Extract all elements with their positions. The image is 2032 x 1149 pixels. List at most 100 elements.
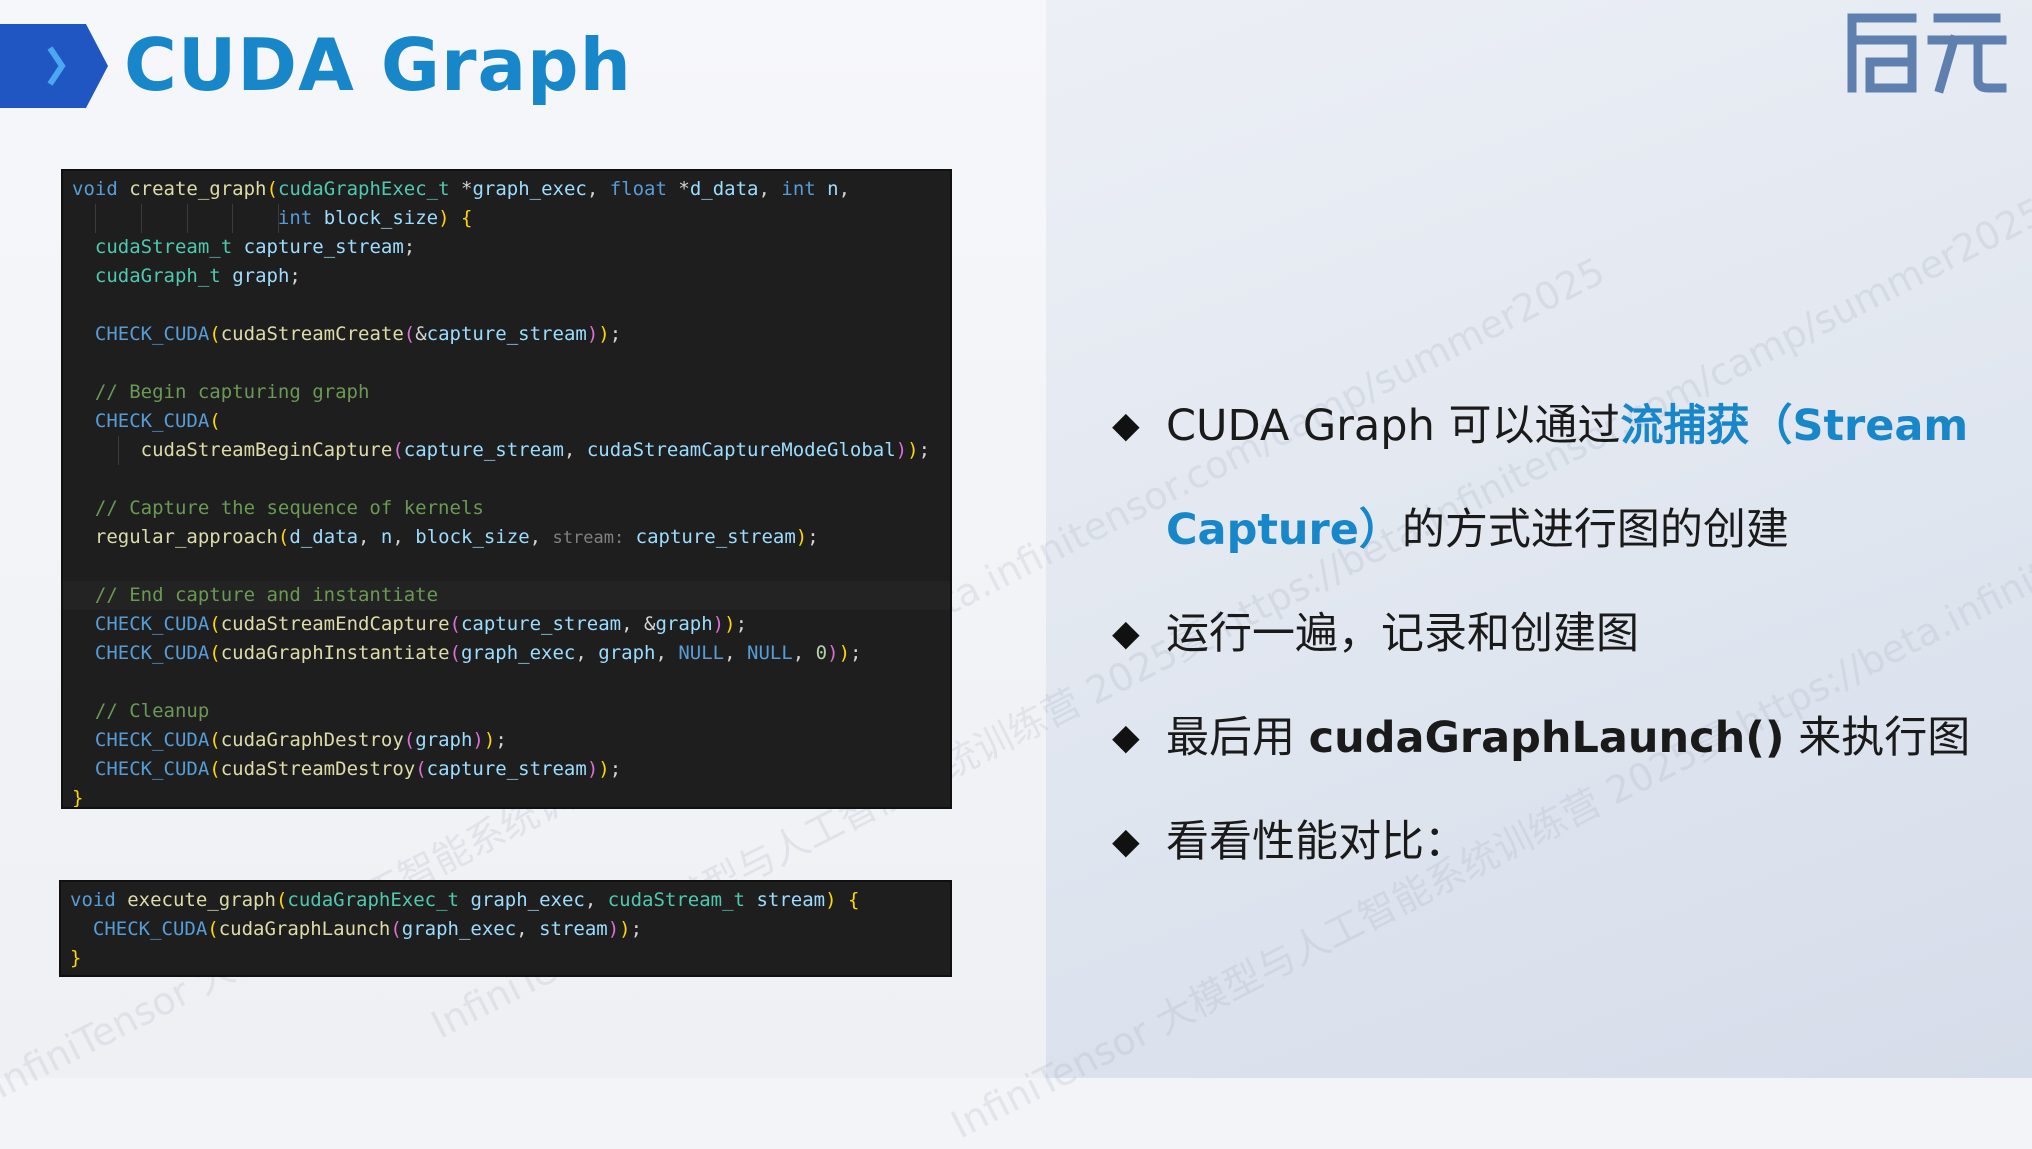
bullet-segment: 的方式进行图的创建 xyxy=(1401,505,1789,555)
code-token: , xyxy=(792,642,816,664)
code-token: ) xyxy=(586,758,599,780)
code-token: float xyxy=(609,178,667,200)
code-line: CHECK_CUDA(cudaGraphDestroy(graph)); xyxy=(63,726,950,755)
code-line: // Begin capturing graph xyxy=(63,378,950,407)
code-token: cudaGraphDestroy xyxy=(220,729,404,751)
code-token: cudaStreamDestroy xyxy=(220,758,416,780)
code-line: } xyxy=(63,784,950,809)
code-token: , xyxy=(575,642,599,664)
code-token: capture_stream xyxy=(243,236,404,258)
code-token: cudaGraph_t xyxy=(94,265,221,287)
code-line: cudaStreamBeginCapture(capture_stream, c… xyxy=(63,436,950,465)
code-token: // Begin capturing graph xyxy=(94,381,370,403)
code-token: cudaStream_t xyxy=(607,889,745,911)
code-token: , xyxy=(529,526,553,548)
code-token: ( xyxy=(392,439,404,461)
code-token: CHECK_CUDA xyxy=(94,323,210,345)
code-token: ; xyxy=(735,613,748,635)
code-token: int xyxy=(277,207,313,229)
code-token: ) xyxy=(827,642,839,664)
code-token: cudaStream_t xyxy=(94,236,233,258)
bullet-segment: 来执行图 xyxy=(1784,713,1971,763)
code-token: capture_stream xyxy=(460,613,622,635)
code-token: ; xyxy=(807,526,819,548)
code-token: CHECK_CUDA xyxy=(94,729,210,751)
indent-guide xyxy=(140,204,142,233)
code-token: ) xyxy=(795,526,808,548)
code-token: cudaStreamCaptureModeGlobal xyxy=(586,439,896,461)
code-token: stream xyxy=(756,889,826,911)
code-token: CHECK_CUDA xyxy=(94,758,210,780)
code-token: capture_stream xyxy=(635,526,796,548)
code-line: int block_size) { xyxy=(63,204,950,233)
code-token: & xyxy=(415,323,427,345)
code-token: graph_exec xyxy=(470,889,585,911)
highlighted-term: Capture） xyxy=(1166,505,1402,555)
code-line: CHECK_CUDA(cudaStreamDestroy(capture_str… xyxy=(63,755,950,784)
code-token: ( xyxy=(266,178,278,200)
indent-guide xyxy=(117,436,119,465)
code-token: ( xyxy=(403,323,416,345)
code-token: d_data xyxy=(689,178,759,200)
code-token: ; xyxy=(609,758,622,780)
code-token: block_size xyxy=(323,207,439,229)
code-line: CHECK_CUDA( xyxy=(63,407,950,436)
code-token: cudaGraphLaunch xyxy=(218,918,391,940)
code-token: n xyxy=(827,178,839,200)
code-token: ; xyxy=(289,265,301,287)
code-token: block_size xyxy=(415,526,530,548)
bullet-text: 看看性能对比： xyxy=(1166,790,1467,894)
code-token: ; xyxy=(495,729,507,751)
code-token: graph xyxy=(415,729,473,751)
code-line: void execute_graph(cudaGraphExec_t graph… xyxy=(61,886,950,915)
title-chevron-icon xyxy=(0,24,108,108)
code-token: ( xyxy=(275,889,288,911)
code-token: graph_exec xyxy=(460,642,576,664)
code-token: ( xyxy=(449,642,461,664)
bullet-text: 最后用 cudaGraphLaunch() 来执行图 xyxy=(1166,686,1970,790)
code-token: CHECK_CUDA xyxy=(94,613,210,635)
code-token: , xyxy=(584,889,608,911)
code-token: ) xyxy=(598,758,610,780)
diamond-bullet-icon: ◆ xyxy=(1112,405,1140,446)
diamond-bullet-icon: ◆ xyxy=(1112,613,1140,654)
code-token: // Cleanup xyxy=(94,700,210,722)
code-token: graph xyxy=(598,642,656,664)
code-line: // End capture and instantiate xyxy=(63,581,950,610)
code-token: regular_approach xyxy=(94,526,278,548)
brand-logo xyxy=(1847,13,2007,94)
code-token: // Capture the sequence of kernels xyxy=(94,497,484,519)
indent-guide xyxy=(94,204,96,233)
code-token: ) xyxy=(724,613,736,635)
code-token: 0 xyxy=(815,642,828,664)
code-token: ) xyxy=(838,642,851,664)
code-token: cudaStreamCreate xyxy=(220,323,404,345)
code-line: CHECK_CUDA(cudaGraphLaunch(graph_exec, s… xyxy=(61,915,950,944)
code-token: , xyxy=(392,526,416,548)
code-token: ) xyxy=(907,439,919,461)
code-token: , xyxy=(563,439,587,461)
code-token: ( xyxy=(277,526,290,548)
code-token: ) xyxy=(619,918,631,940)
code-token: ) xyxy=(483,729,496,751)
indent-guide xyxy=(278,204,280,233)
code-token: } xyxy=(72,787,84,809)
code-token: n xyxy=(380,526,393,548)
code-block-create-graph: void create_graph(cudaGraphExec_t *graph… xyxy=(61,169,952,809)
code-token: ( xyxy=(449,613,461,635)
diamond-bullet-icon: ◆ xyxy=(1112,717,1140,758)
code-token: ( xyxy=(209,323,221,345)
